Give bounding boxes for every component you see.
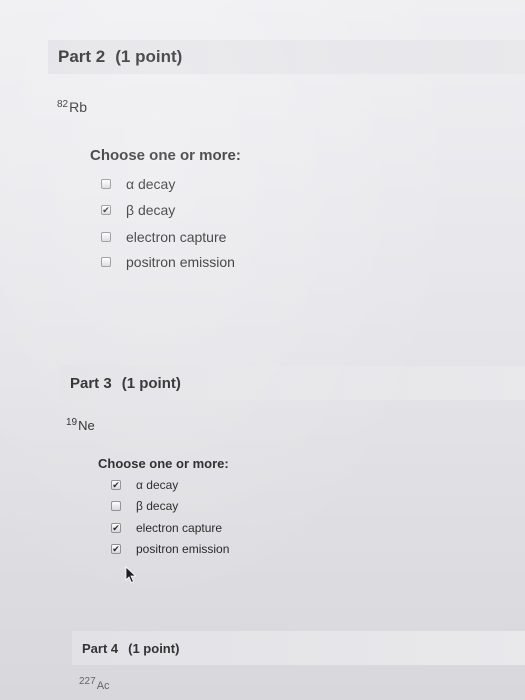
part2-header: Part 2 (1 point): [48, 40, 525, 74]
part2-option-alpha[interactable]: α decay: [101, 176, 175, 192]
part4-header: Part 4 (1 point): [72, 631, 525, 665]
part2-option-electron-capture[interactable]: electron capture: [101, 229, 226, 245]
part4-isotope-symbol: Ac: [96, 680, 110, 692]
part2-option-electron-capture-label: electron capture: [126, 229, 227, 245]
part3-option-beta[interactable]: β decay: [111, 499, 178, 513]
part3-isotope: 19Ne: [66, 417, 95, 433]
part4-points: (1 point): [128, 640, 180, 656]
part3-checkbox-electron-capture[interactable]: ✔: [111, 523, 121, 533]
part4-title: Part 4: [82, 640, 119, 656]
part2-points: (1 point): [115, 47, 183, 66]
part2-option-beta[interactable]: ✔ β decay: [101, 202, 175, 218]
part2-option-positron-emission[interactable]: positron emission: [101, 254, 235, 270]
part2-choose-prompt: Choose one or more:: [90, 147, 241, 164]
part3-option-electron-capture[interactable]: ✔ electron capture: [111, 521, 222, 535]
part3-isotope-mass: 19: [66, 417, 78, 428]
part2-checkbox-beta[interactable]: ✔: [101, 205, 111, 215]
part3-checkbox-beta[interactable]: [111, 501, 121, 511]
part3-points: (1 point): [121, 374, 181, 392]
part3-checkbox-alpha[interactable]: ✔: [111, 480, 121, 490]
part3-option-alpha[interactable]: ✔ α decay: [111, 478, 178, 492]
part4-isotope-mass: 227: [79, 676, 96, 687]
part2-option-alpha-label: α decay: [126, 176, 176, 192]
part2-isotope-symbol: Rb: [69, 99, 88, 115]
part3-option-alpha-label: α decay: [136, 478, 179, 492]
part3-option-electron-capture-label: electron capture: [136, 521, 223, 535]
part3-option-positron-emission[interactable]: ✔ positron emission: [111, 542, 229, 556]
mouse-pointer-icon: [125, 566, 137, 584]
part3-title: Part 3: [70, 374, 112, 392]
part3-choose-prompt: Choose one or more:: [98, 456, 229, 471]
part2-isotope-mass: 82: [57, 99, 69, 110]
part3-checkbox-positron-emission[interactable]: ✔: [111, 544, 121, 554]
part3-header: Part 3 (1 point): [60, 366, 525, 400]
part2-checkbox-electron-capture[interactable]: [101, 232, 111, 242]
part4-isotope: 227Ac: [79, 676, 110, 692]
part3-isotope-symbol: Ne: [78, 418, 95, 433]
part2-title: Part 2: [58, 47, 106, 66]
part2-option-positron-emission-label: positron emission: [126, 254, 235, 270]
part2-checkbox-positron-emission[interactable]: [101, 257, 111, 267]
part2-isotope: 82Rb: [57, 99, 87, 115]
part2-checkbox-alpha[interactable]: [101, 179, 111, 189]
part2-option-beta-label: β decay: [126, 202, 176, 218]
part3-option-beta-label: β decay: [136, 499, 179, 513]
part3-option-positron-emission-label: positron emission: [136, 542, 230, 556]
